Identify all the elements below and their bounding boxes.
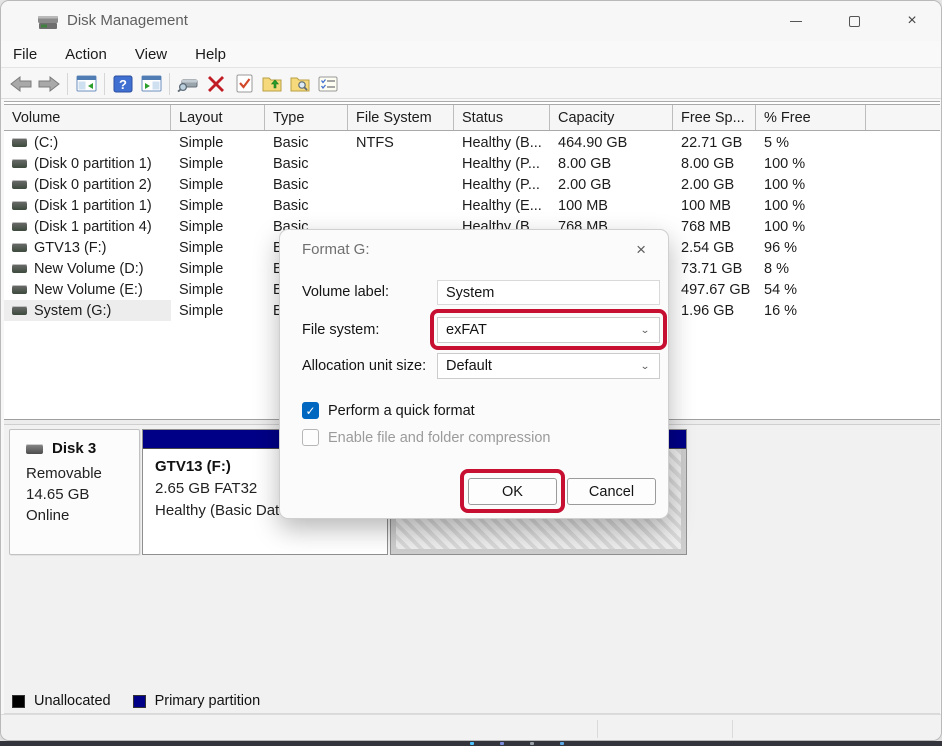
column-header-capacity[interactable]: Capacity	[550, 105, 673, 130]
status-bar	[1, 714, 942, 741]
column-header-volume[interactable]: Volume	[4, 105, 171, 130]
volume-label-input[interactable]: System	[437, 280, 660, 305]
menu-help[interactable]: Help	[195, 44, 240, 65]
rescan-disks-icon[interactable]	[174, 71, 202, 97]
disk-icon	[26, 444, 43, 454]
table-row[interactable]: (Disk 0 partition 2) SimpleBasicHealthy …	[4, 174, 940, 195]
title-bar: Disk Management ×	[1, 1, 941, 41]
help-icon[interactable]: ?	[109, 71, 137, 97]
partition-status: Healthy (Basic Dat...	[155, 500, 292, 522]
table-row[interactable]: (Disk 1 partition 1) SimpleBasicHealthy …	[4, 195, 940, 216]
column-header-file-system[interactable]: File System	[348, 105, 454, 130]
disk-size: 14.65 GB	[26, 484, 139, 505]
legend-bar: Unallocated Primary partition	[4, 689, 940, 714]
explore-folder-icon[interactable]	[286, 71, 314, 97]
properties-list-icon[interactable]	[314, 71, 342, 97]
ok-button[interactable]: OK	[468, 478, 557, 505]
close-button[interactable]: ×	[883, 1, 941, 41]
taskbar-sliver	[0, 741, 942, 746]
toolbar-separator	[104, 73, 105, 95]
dialog-title: Format G:	[302, 241, 370, 258]
primary-partition-swatch	[133, 695, 146, 708]
taskbar-icon	[560, 742, 564, 745]
taskbar-icon	[530, 742, 534, 745]
checkbox-checked-icon: ✓	[302, 402, 319, 419]
statusbar-separator	[597, 720, 598, 738]
compression-checkbox[interactable]: Enable file and folder compression	[302, 429, 550, 446]
back-icon[interactable]	[7, 71, 35, 97]
volume-drive-icon	[12, 264, 27, 273]
disk-management-app-icon	[37, 12, 59, 35]
chevron-down-icon: ⌄	[640, 360, 650, 371]
cancel-button[interactable]: Cancel	[567, 478, 656, 505]
volume-label-label: Volume label:	[302, 284, 389, 300]
partition-name: GTV13 (F:)	[155, 458, 292, 475]
disk-management-window: Disk Management × File Action View Help …	[0, 0, 942, 741]
partition-size: 2.65 GB FAT32	[155, 478, 292, 500]
mark-partition-active-icon[interactable]	[230, 71, 258, 97]
column-header-layout[interactable]: Layout	[171, 105, 265, 130]
dialog-close-icon[interactable]: ×	[630, 238, 652, 262]
toolbar-separator	[67, 73, 68, 95]
table-row[interactable]: (C:) SimpleBasicNTFSHealthy (B...464.90 …	[4, 132, 940, 153]
volume-drive-icon	[12, 180, 27, 189]
file-system-select[interactable]: exFAT ⌄	[437, 317, 660, 343]
allocation-unit-select[interactable]: Default ⌄	[437, 353, 660, 379]
column-header-status[interactable]: Status	[454, 105, 550, 130]
window-title: Disk Management	[67, 12, 188, 29]
volume-drive-icon	[12, 138, 27, 147]
column-header-empty	[866, 105, 940, 130]
toolbar-separator	[169, 73, 170, 95]
menu-file[interactable]: File	[13, 44, 51, 65]
volume-drive-icon	[12, 222, 27, 231]
disk-name: Disk 3	[52, 440, 96, 457]
open-folder-up-icon[interactable]	[258, 71, 286, 97]
show-action-pane-icon[interactable]	[137, 71, 165, 97]
primary-partition-label: Primary partition	[155, 693, 261, 709]
taskbar-icon	[500, 742, 504, 745]
chevron-down-icon: ⌄	[640, 324, 650, 335]
statusbar-separator	[732, 720, 733, 738]
table-row[interactable]: (Disk 0 partition 1) SimpleBasicHealthy …	[4, 153, 940, 174]
menu-view[interactable]: View	[135, 44, 181, 65]
maximize-button[interactable]	[825, 1, 883, 41]
unallocated-label: Unallocated	[34, 693, 111, 709]
checkbox-unchecked-icon	[302, 429, 319, 446]
svg-text:?: ?	[119, 77, 127, 92]
show-console-tree-icon[interactable]	[72, 71, 100, 97]
menu-bar: File Action View Help	[1, 41, 941, 68]
unallocated-swatch	[12, 695, 25, 708]
volume-drive-icon	[12, 243, 27, 252]
column-header-pct-free[interactable]: % Free	[756, 105, 866, 130]
volume-drive-icon	[12, 285, 27, 294]
toolbar: ?	[1, 69, 941, 99]
quick-format-checkbox[interactable]: ✓ Perform a quick format	[302, 402, 475, 419]
volume-table-header: Volume Layout Type File System Status Ca…	[4, 104, 940, 131]
format-dialog: Format G: × Volume label: System File sy…	[279, 229, 669, 519]
volume-drive-icon	[12, 159, 27, 168]
menu-action[interactable]: Action	[65, 44, 121, 65]
column-header-free-space[interactable]: Free Sp...	[673, 105, 756, 130]
minimize-button[interactable]	[767, 1, 825, 41]
file-system-label: File system:	[302, 322, 379, 338]
allocation-unit-label: Allocation unit size:	[302, 358, 426, 374]
disk-kind: Removable	[26, 463, 139, 484]
column-header-type[interactable]: Type	[265, 105, 348, 130]
disk-status: Online	[26, 505, 139, 526]
taskbar-icon	[470, 742, 474, 745]
disk3-info-panel[interactable]: Disk 3 Removable 14.65 GB Online	[9, 429, 140, 555]
volume-drive-icon	[12, 306, 27, 315]
delete-volume-icon[interactable]	[202, 71, 230, 97]
forward-icon[interactable]	[35, 71, 63, 97]
volume-drive-icon	[12, 201, 27, 210]
